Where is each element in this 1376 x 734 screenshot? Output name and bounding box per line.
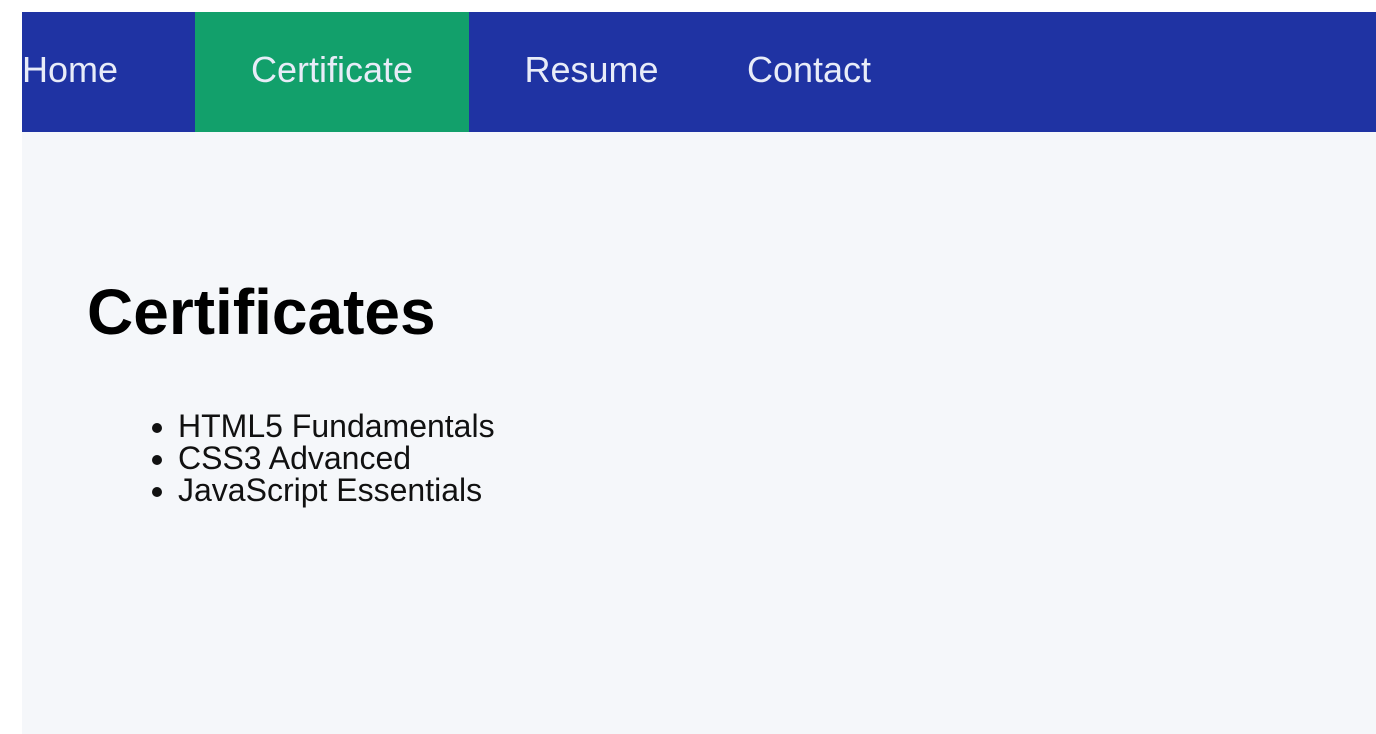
- list-item: JavaScript Essentials: [178, 474, 495, 506]
- nav-contact-link[interactable]: Contact: [714, 12, 904, 132]
- nav-home-link[interactable]: Home: [22, 12, 195, 132]
- top-navbar: Home Certificate Resume Contact: [22, 12, 1376, 132]
- page-title: Certificates: [87, 276, 436, 348]
- list-item: CSS3 Advanced: [178, 442, 495, 474]
- nav-certificate-link[interactable]: Certificate: [195, 12, 469, 132]
- nav-resume-link[interactable]: Resume: [469, 12, 714, 132]
- page-frame: Home Certificate Resume Contact Certific…: [22, 12, 1376, 734]
- main-content: Certificates HTML5 Fundamentals CSS3 Adv…: [22, 132, 1376, 734]
- certificate-list: HTML5 Fundamentals CSS3 Advanced JavaScr…: [178, 410, 495, 506]
- list-item: HTML5 Fundamentals: [178, 410, 495, 442]
